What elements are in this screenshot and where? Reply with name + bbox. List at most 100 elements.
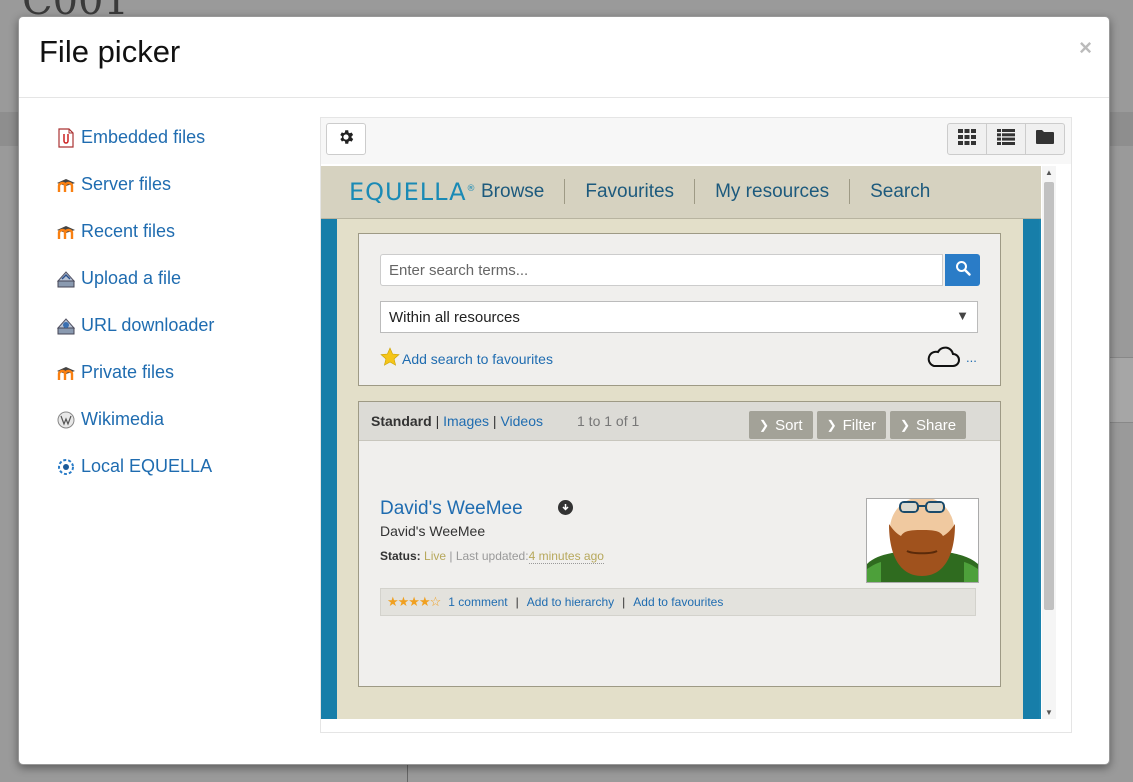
repo-label: Wikimedia — [81, 409, 165, 429]
actions-separator: | — [622, 595, 626, 609]
tab-separator: | — [435, 413, 440, 429]
chevron-down-icon: ❯ — [759, 418, 770, 432]
search-icon — [955, 260, 971, 281]
settings-button[interactable] — [326, 123, 366, 155]
last-updated-value: 4 minutes ago — [528, 549, 604, 564]
repo-wikimedia[interactable]: Wikimedia — [56, 409, 164, 430]
result-status: Status: Live | Last updated:4 minutes ag… — [380, 549, 604, 564]
file-picker-dialog: File picker × Embedded files Server file… — [18, 16, 1110, 765]
filter-label: Filter — [842, 416, 876, 434]
result-actions-bar: ★★★★☆ 1 comment | Add to hierarchy | Add… — [380, 588, 976, 616]
repo-label: Private files — [81, 362, 175, 382]
status-label: Status: — [380, 549, 421, 563]
embedded-files-icon — [56, 127, 76, 148]
equella-icon — [56, 457, 76, 477]
comments-link[interactable]: 1 comment — [448, 595, 507, 609]
add-search-to-favourites-label: Add search to favourites — [402, 350, 553, 367]
background-divider — [407, 763, 408, 782]
search-button[interactable] — [945, 254, 980, 286]
moodle-icon — [56, 222, 76, 242]
frame-scrollbar[interactable]: ▲ ▼ — [1042, 166, 1056, 719]
repo-local-equella[interactable]: Local EQUELLA — [56, 456, 212, 477]
chevron-down-icon: ❯ — [826, 418, 837, 432]
share-label: Share — [916, 416, 957, 434]
add-search-to-favourites-link[interactable]: Add search to favourites — [380, 347, 553, 370]
search-input[interactable] — [380, 254, 943, 286]
star-icon — [380, 347, 402, 370]
folder-icon — [1036, 129, 1054, 149]
repo-embedded-files[interactable]: Embedded files — [56, 127, 205, 148]
add-to-favourites-link[interactable]: Add to favourites — [633, 595, 723, 609]
moodle-icon — [56, 363, 76, 383]
left-stripe — [321, 219, 337, 719]
result-description: David's WeeMee — [380, 523, 486, 539]
results-panel: Standard | Images | Videos 1 to 1 of 1 ❯… — [358, 401, 1001, 687]
file-picker-content: EQUELLA® Browse Favourites My resources … — [320, 117, 1072, 733]
chevron-down-icon: ❯ — [899, 418, 911, 432]
sort-button[interactable]: ❯ Sort — [749, 411, 813, 439]
gear-icon — [337, 128, 355, 151]
result-type-tabs: Standard | Images | Videos — [371, 413, 543, 429]
scroll-up-icon[interactable]: ▲ — [1045, 168, 1053, 177]
file-picker-toolbar — [321, 118, 1071, 164]
result-thumbnail[interactable] — [866, 498, 979, 583]
tab-videos[interactable]: Videos — [500, 413, 543, 429]
tab-separator: | — [492, 413, 497, 429]
scope-select[interactable]: Within all resources ▼ — [380, 301, 978, 333]
last-updated-label: | Last updated: — [449, 549, 529, 563]
repo-upload-a-file[interactable]: Upload a file — [56, 268, 181, 289]
dropdown-arrow-icon: ▼ — [956, 308, 969, 323]
more-options-link[interactable]: ... — [966, 350, 977, 365]
list-icon — [997, 128, 1015, 150]
wikimedia-icon — [56, 410, 76, 430]
repo-label: Recent files — [81, 221, 176, 241]
background-panel — [1108, 357, 1133, 423]
add-to-hierarchy-link[interactable]: Add to hierarchy — [527, 595, 614, 609]
repo-label: Embedded files — [81, 127, 206, 147]
equella-logo: EQUELLA® — [349, 178, 477, 206]
nav-favourites[interactable]: Favourites — [564, 179, 694, 204]
equella-frame: EQUELLA® Browse Favourites My resources … — [321, 166, 1041, 719]
repo-label: Upload a file — [81, 268, 182, 288]
view-mode-group — [947, 123, 1065, 155]
scrollbar-thumb[interactable] — [1044, 182, 1054, 610]
repo-label: Server files — [81, 174, 172, 194]
repo-url-downloader[interactable]: URL downloader — [56, 315, 214, 336]
sort-label: Sort — [775, 416, 803, 434]
url-download-icon — [56, 316, 76, 336]
nav-search[interactable]: Search — [849, 179, 950, 204]
share-button[interactable]: ❯ Share — [889, 411, 967, 439]
results-actions: ❯ Sort ❯ Filter ❯ Share — [749, 411, 967, 439]
results-header: Standard | Images | Videos 1 to 1 of 1 ❯… — [359, 402, 1000, 441]
rating-stars: ★★★★☆ — [387, 594, 441, 609]
actions-separator: | — [515, 595, 519, 609]
cloud-search-icon[interactable] — [925, 345, 961, 374]
right-stripe — [1023, 219, 1039, 719]
upload-icon — [56, 269, 76, 289]
results-count: 1 to 1 of 1 — [577, 413, 640, 429]
close-button[interactable]: × — [1079, 35, 1092, 61]
moodle-icon — [56, 175, 76, 195]
nav-my-resources[interactable]: My resources — [694, 179, 849, 204]
repo-recent-files[interactable]: Recent files — [56, 221, 175, 242]
repo-label: URL downloader — [81, 315, 215, 335]
icon-view-button[interactable] — [948, 124, 986, 154]
repo-server-files[interactable]: Server files — [56, 174, 171, 195]
result-title-link[interactable]: David's WeeMee — [380, 498, 523, 520]
equella-header: EQUELLA® Browse Favourites My resources … — [321, 166, 1041, 219]
equella-nav: Browse Favourites My resources Search — [471, 179, 950, 204]
filter-button[interactable]: ❯ Filter — [816, 411, 886, 439]
status-value: Live — [424, 549, 447, 563]
repo-label: Local EQUELLA — [81, 456, 213, 476]
repo-private-files[interactable]: Private files — [56, 362, 174, 383]
dialog-title: File picker — [39, 34, 181, 69]
nav-browse[interactable]: Browse — [471, 179, 564, 204]
dialog-header: File picker × — [19, 17, 1109, 98]
search-panel: Within all resources ▼ Add search to fav… — [358, 233, 1001, 386]
tab-images[interactable]: Images — [443, 413, 489, 429]
tab-standard[interactable]: Standard — [371, 413, 432, 429]
list-view-button[interactable] — [986, 124, 1025, 154]
scroll-down-icon[interactable]: ▼ — [1045, 708, 1053, 717]
tree-view-button[interactable] — [1025, 124, 1064, 154]
download-icon[interactable] — [558, 500, 573, 515]
